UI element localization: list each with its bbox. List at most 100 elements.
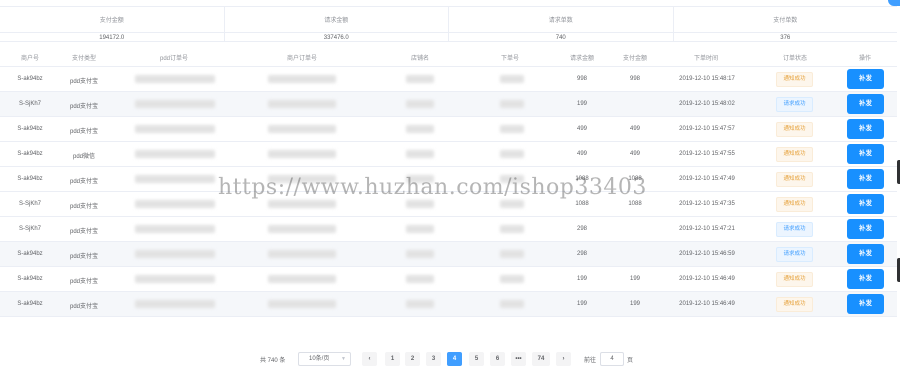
cell-order-time: 2019-12-10 15:47:55 <box>679 151 735 157</box>
cell-pay-amount: 499 <box>629 151 640 157</box>
cell-pay-type: pdd支付宝 <box>69 179 98 185</box>
redacted-merchant-order <box>268 200 336 208</box>
page-button-3[interactable]: 3 <box>426 352 441 366</box>
summary-label: 请求单数 <box>548 18 573 24</box>
resend-button[interactable]: 补发 <box>847 69 884 89</box>
redacted-merchant-order <box>268 75 336 83</box>
redacted-pdd-order <box>135 250 215 258</box>
more-pages-button[interactable]: ••• <box>511 352 526 366</box>
page-button-4[interactable]: 4 <box>447 352 462 366</box>
table-row: S-ak94bz pdd支付宝 199 199 2019-12-10 15:46:49 通… <box>0 292 897 317</box>
goto-label: 前往 <box>584 358 597 364</box>
cell-merchant: S-ak94bz <box>17 126 43 132</box>
cell-request-amount: 499 <box>576 126 587 132</box>
col-merchant-order: 商户订单号 <box>286 56 317 62</box>
summary-request-count: 请求单数 740 <box>449 7 674 41</box>
redacted-order-no <box>500 150 524 158</box>
cell-merchant: S-SjKh7 <box>18 101 41 107</box>
cell-pay-type: pdd支付宝 <box>69 304 98 310</box>
status-badge: 请求成功 <box>776 222 813 237</box>
status-badge: 通知成功 <box>776 122 813 137</box>
resend-button[interactable]: 补发 <box>847 119 884 139</box>
col-status: 订单状态 <box>782 56 807 62</box>
summary-label: 请求金额 <box>324 18 349 24</box>
redacted-merchant-order <box>268 150 336 158</box>
redacted-pdd-order <box>135 125 215 133</box>
page-button-2[interactable]: 2 <box>405 352 420 366</box>
cell-pay-type: pdd支付宝 <box>69 254 98 260</box>
cell-merchant: S-ak94bz <box>17 176 43 182</box>
cell-merchant: S-ak94bz <box>17 76 43 82</box>
prev-page-button[interactable]: ‹ <box>362 352 377 366</box>
goto-suffix: 页 <box>627 358 634 364</box>
table-row: S-ak94bz pdd支付宝 998 998 2019-12-10 15:48:17 通… <box>0 67 897 92</box>
cell-merchant: S-ak94bz <box>17 251 43 257</box>
summary-label: 支付金额 <box>99 18 124 24</box>
resend-button[interactable]: 补发 <box>847 144 884 164</box>
redacted-shop <box>406 300 434 308</box>
table-row: S-ak94bz pdd支付宝 298 2019-12-10 15:46:59 请求成功… <box>0 242 897 267</box>
redacted-pdd-order <box>135 100 215 108</box>
resend-button[interactable]: 补发 <box>847 269 884 289</box>
status-badge: 通知成功 <box>776 272 813 287</box>
redacted-shop <box>406 250 434 258</box>
page-button-6[interactable]: 6 <box>490 352 505 366</box>
summary-pay-amount: 支付金额 194172.0 <box>0 7 225 41</box>
status-badge: 通知成功 <box>776 197 813 212</box>
chevron-down-icon: ▼ <box>341 356 346 362</box>
redacted-shop <box>406 150 434 158</box>
cell-order-time: 2019-12-10 15:47:21 <box>679 226 735 232</box>
status-badge: 通知成功 <box>776 72 813 87</box>
redacted-shop <box>406 125 434 133</box>
cell-request-amount: 199 <box>576 101 587 107</box>
redacted-order-no <box>500 125 524 133</box>
cell-pay-amount: 199 <box>629 301 640 307</box>
next-page-button[interactable]: › <box>556 352 571 366</box>
cell-order-time: 2019-12-10 15:46:49 <box>679 301 735 307</box>
cell-pay-type: pdd支付宝 <box>69 104 98 110</box>
redacted-order-no <box>500 100 524 108</box>
redacted-shop <box>406 100 434 108</box>
status-badge: 通知成功 <box>776 147 813 162</box>
cell-order-time: 2019-12-10 15:48:17 <box>679 76 735 82</box>
col-request-amount: 请求金额 <box>569 56 594 62</box>
page-size-select[interactable]: 10条/页 ▼ <box>298 352 351 366</box>
resend-button[interactable]: 补发 <box>847 219 884 239</box>
redacted-merchant-order <box>268 250 336 258</box>
pagination: 共 740 条 10条/页 ▼ ‹ 1 2 3 4 5 6 ••• 74 › 前往… <box>0 352 900 366</box>
redacted-pdd-order <box>135 150 215 158</box>
resend-button[interactable]: 补发 <box>847 94 884 114</box>
table-row: S-SjKh7 pdd支付宝 199 2019-12-10 15:48:02 请求成功 补… <box>0 92 897 117</box>
col-order-time: 下单时间 <box>693 56 718 62</box>
cell-pay-type: pdd支付宝 <box>69 79 98 85</box>
redacted-pdd-order <box>135 200 215 208</box>
summary-value: 194172.0 <box>0 32 224 43</box>
cell-merchant: S-ak94bz <box>17 276 43 282</box>
redacted-shop <box>406 75 434 83</box>
table-row: S-ak94bz pdd支付宝 499 499 2019-12-10 15:47:57 通… <box>0 117 897 142</box>
cell-pay-type: pdd支付宝 <box>69 129 98 135</box>
redacted-order-no <box>500 75 524 83</box>
total-count: 共 740 条 <box>260 358 286 364</box>
redacted-order-no <box>500 200 524 208</box>
resend-button[interactable]: 补发 <box>847 244 884 264</box>
summary-value: 337476.0 <box>224 32 448 43</box>
resend-button[interactable]: 补发 <box>847 194 884 214</box>
redacted-shop <box>406 225 434 233</box>
cell-pay-type: pdd微信 <box>72 154 95 160</box>
summary-value: 740 <box>449 32 673 43</box>
col-pay-amount: 支付金额 <box>622 56 647 62</box>
resend-button[interactable]: 补发 <box>847 294 884 314</box>
redacted-merchant-order <box>268 225 336 233</box>
page-button-5[interactable]: 5 <box>469 352 484 366</box>
summary-bar: 支付金额 194172.0 请求金额 337476.0 请求单数 740 支付单… <box>0 6 897 42</box>
page-button-74[interactable]: 74 <box>532 352 550 366</box>
goto-page-input[interactable]: 4 <box>600 352 624 366</box>
redacted-merchant-order <box>268 300 336 308</box>
redacted-order-no <box>500 275 524 283</box>
resend-button[interactable]: 补发 <box>847 169 884 189</box>
cell-order-time: 2019-12-10 15:46:59 <box>679 251 735 257</box>
col-order-no: 下单号 <box>500 56 519 62</box>
cell-request-amount: 298 <box>576 251 587 257</box>
page-button-1[interactable]: 1 <box>385 352 400 366</box>
